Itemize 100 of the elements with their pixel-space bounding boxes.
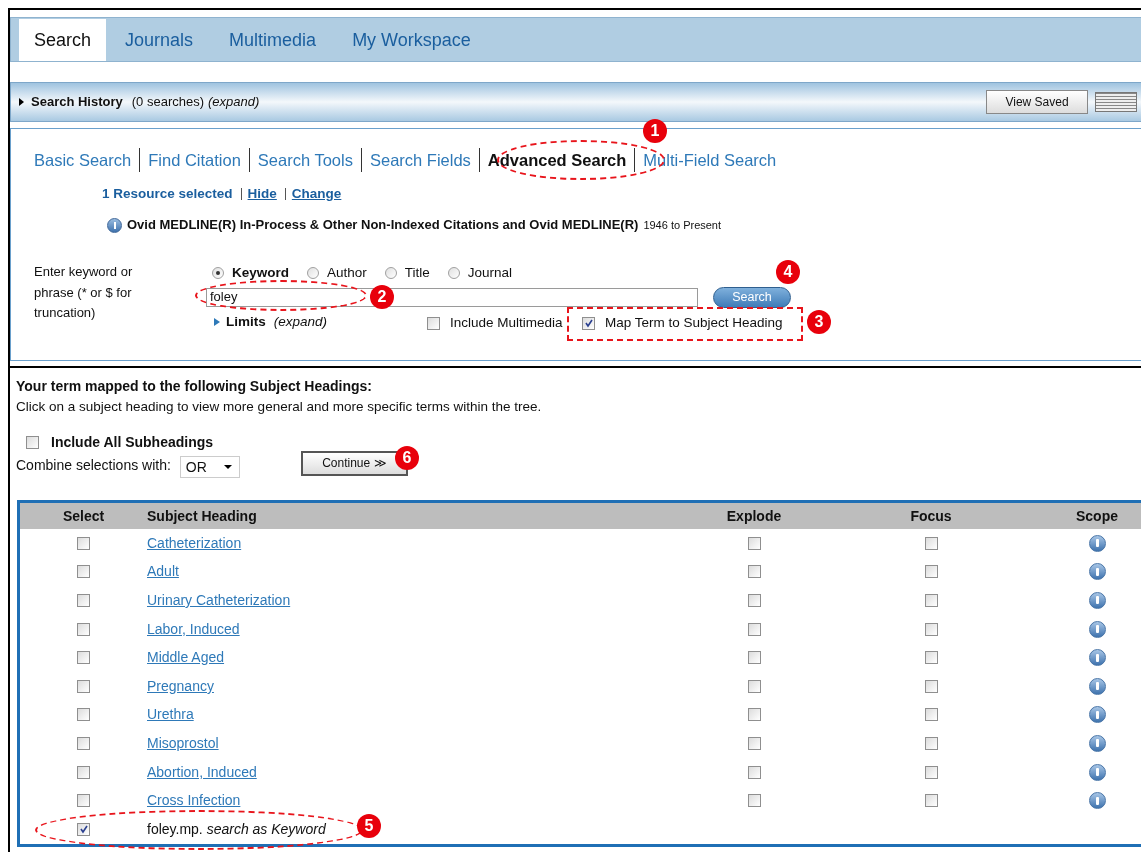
column-header: Select: [61, 506, 106, 526]
combine-label: Combine selections with:: [16, 455, 171, 475]
database-name: Ovid MEDLINE(R) In-Process & Other Non-Indexed Citations and Ovid MEDLINE(R): [127, 216, 639, 235]
info-icon[interactable]: [1088, 592, 1106, 609]
callout-number: 3: [807, 310, 831, 334]
info-icon[interactable]: [1088, 734, 1106, 752]
checkbox[interactable]: [924, 708, 938, 722]
search-mode-link[interactable]: Multi-Field Search: [634, 147, 785, 173]
search-button[interactable]: Search: [713, 286, 791, 308]
checkbox[interactable]: [77, 736, 90, 750]
column-header: Subject Heading: [147, 506, 258, 526]
column-header: Explode: [725, 506, 783, 526]
checkbox[interactable]: [747, 651, 761, 665]
hint-text: Click on a subject heading to view more general and more specific terms within the tree.: [16, 398, 543, 416]
radio-label: Title: [404, 263, 430, 282]
search-mode-link[interactable]: Find Citation: [139, 147, 249, 173]
radio-button[interactable]: [447, 267, 460, 279]
callout-number: 6: [395, 446, 419, 470]
search-count: (0 searches): [131, 93, 204, 112]
info-icon[interactable]: [1088, 677, 1106, 695]
checkbox[interactable]: [77, 822, 90, 836]
info-icon[interactable]: [1088, 649, 1106, 667]
tab[interactable]: My Workspace: [335, 19, 488, 61]
subject-heading-link[interactable]: Catheterization: [147, 532, 242, 554]
checkbox[interactable]: [77, 651, 90, 665]
radio-button[interactable]: [384, 267, 397, 279]
checkbox[interactable]: [747, 594, 761, 607]
subject-heading-link[interactable]: Pregnancy: [147, 675, 214, 697]
checkbox[interactable]: [77, 594, 90, 607]
subject-heading-link[interactable]: Misoprostol: [147, 732, 219, 754]
checkbox[interactable]: [924, 565, 938, 579]
radio-button[interactable]: [307, 267, 319, 279]
checkbox[interactable]: [26, 435, 39, 449]
checkbox[interactable]: [924, 651, 938, 665]
tab[interactable]: Multimedia: [212, 19, 334, 61]
expand-link[interactable]: (expand): [273, 314, 328, 330]
combine-dropdown[interactable]: OR: [179, 456, 240, 478]
subject-heading-link[interactable]: Labor, Induced: [147, 618, 240, 640]
info-icon[interactable]: [107, 217, 122, 233]
checkbox[interactable]: [77, 565, 90, 579]
list-view-icon[interactable]: [1095, 92, 1137, 112]
info-icon[interactable]: [1088, 706, 1106, 724]
checkbox[interactable]: [747, 679, 761, 693]
checkbox[interactable]: [582, 316, 595, 330]
section-title: Your term mapped to the following Subject Headings:: [16, 377, 373, 396]
tab[interactable]: Search: [19, 19, 107, 61]
checkbox[interactable]: [747, 794, 761, 808]
callout-number: 1: [643, 119, 667, 143]
search-mode-link[interactable]: Basic Search: [34, 147, 140, 173]
checkbox[interactable]: [924, 679, 938, 693]
radio-label: Keyword: [232, 263, 289, 282]
limits-link[interactable]: Limits: [226, 314, 266, 330]
subject-heading-link[interactable]: Middle Aged: [147, 647, 225, 669]
checkbox[interactable]: [924, 622, 938, 636]
checkbox[interactable]: [747, 708, 761, 722]
checkbox[interactable]: [77, 679, 90, 693]
expand-link[interactable]: (expand): [208, 92, 260, 112]
checkbox[interactable]: [77, 794, 90, 808]
checkbox[interactable]: [77, 708, 90, 722]
subject-heading-link[interactable]: Urethra: [147, 704, 194, 726]
info-icon[interactable]: [1088, 563, 1106, 581]
column-header: Focus: [909, 506, 953, 526]
info-icon[interactable]: [1088, 792, 1106, 810]
checkbox[interactable]: [924, 594, 938, 607]
radio-label: Author: [327, 263, 367, 282]
checkbox[interactable]: [747, 536, 761, 550]
view-saved-button[interactable]: View Saved: [986, 90, 1088, 114]
checkbox[interactable]: [77, 765, 90, 779]
expand-arrow-icon[interactable]: [19, 98, 24, 106]
checkbox[interactable]: [924, 536, 938, 550]
subject-heading-link[interactable]: Adult: [147, 561, 179, 583]
checkbox-label: Include Multimedia: [450, 315, 563, 331]
subject-heading-link[interactable]: Urinary Catheterization: [147, 590, 291, 611]
checkbox[interactable]: [427, 316, 440, 330]
info-icon[interactable]: [1088, 534, 1106, 552]
subject-heading-link[interactable]: Abortion, Induced: [147, 761, 257, 783]
info-icon[interactable]: [1088, 620, 1106, 638]
search-mode-link[interactable]: Search Fields: [360, 147, 479, 173]
checkbox[interactable]: [924, 736, 938, 750]
checkbox[interactable]: [747, 565, 761, 579]
checkbox[interactable]: [924, 765, 938, 779]
section-title: Search History: [31, 93, 123, 112]
search-mode-link[interactable]: Advanced Search: [478, 147, 635, 173]
callout-number: 4: [776, 260, 800, 284]
hide-link[interactable]: Hide: [240, 188, 277, 200]
resource-count: 1 Resource selected: [102, 184, 233, 203]
checkbox[interactable]: [77, 622, 90, 636]
checkbox[interactable]: [77, 536, 90, 550]
change-link[interactable]: Change: [284, 188, 342, 200]
subject-heading-link[interactable]: Cross Infection: [147, 790, 241, 812]
radio-button[interactable]: [212, 267, 224, 279]
checkbox[interactable]: [747, 622, 761, 636]
info-icon[interactable]: [1088, 763, 1106, 781]
date-range: 1946 to Present: [643, 217, 722, 233]
tab[interactable]: Journals: [108, 19, 211, 61]
checkbox[interactable]: [924, 794, 938, 808]
search-mode-link[interactable]: Search Tools: [248, 147, 361, 173]
checkbox[interactable]: [747, 765, 761, 779]
callout-number: 5: [357, 814, 381, 838]
checkbox[interactable]: [747, 736, 761, 750]
